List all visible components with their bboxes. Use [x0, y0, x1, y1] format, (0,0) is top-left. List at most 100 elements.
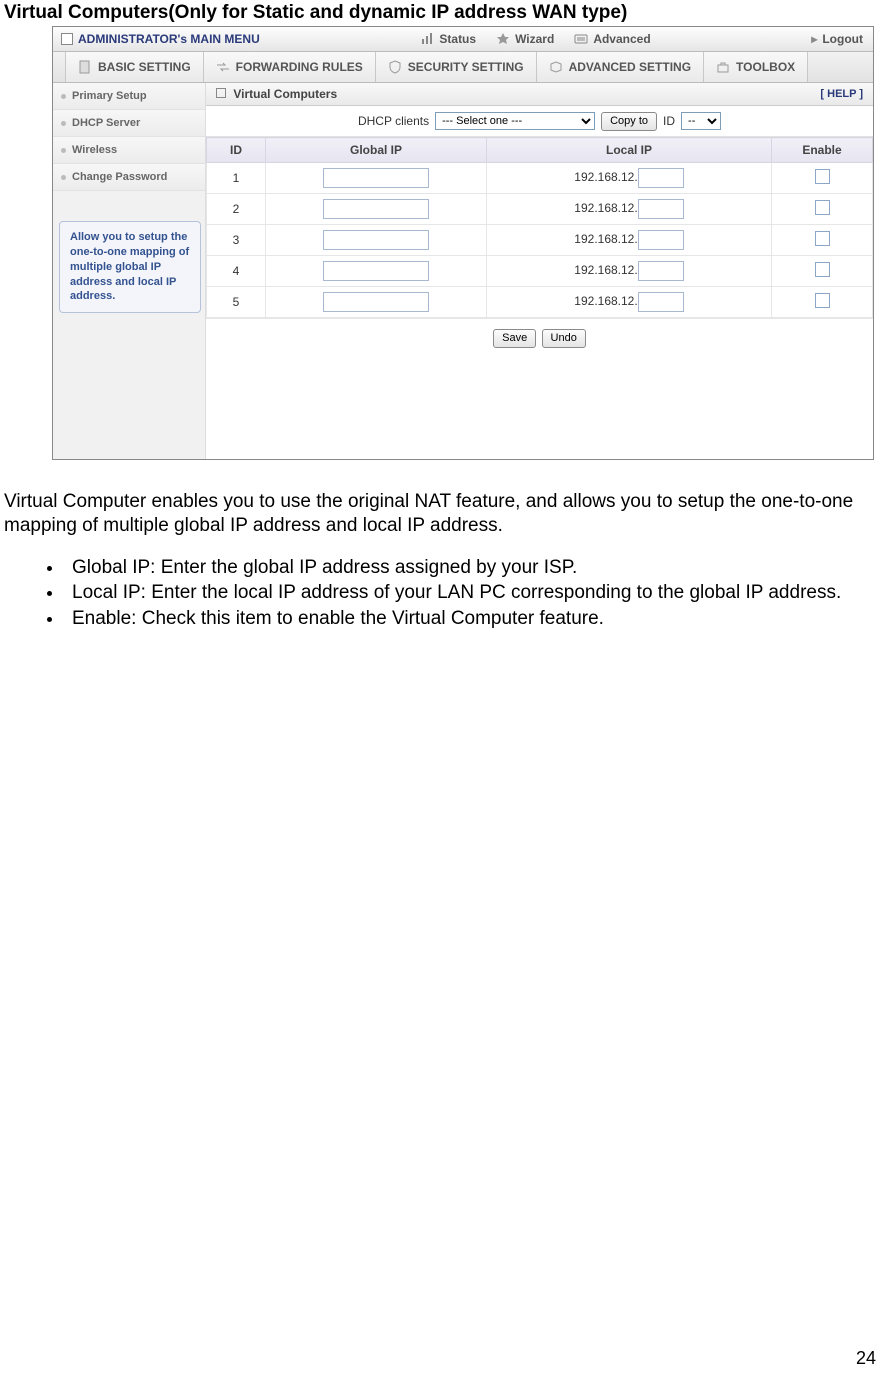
admin-menu-label: ADMINISTRATOR's MAIN MENU [78, 32, 260, 46]
cell-enable [772, 256, 873, 287]
dhcp-client-select[interactable]: --- Select one --- [435, 112, 595, 130]
sidebar-item-label: DHCP Server [72, 117, 140, 129]
cell-enable [772, 163, 873, 194]
local-ip-prefix: 192.168.12. [574, 232, 637, 246]
tab-label: TOOLBOX [736, 60, 795, 74]
toolbox-icon [716, 60, 730, 74]
enable-checkbox[interactable] [815, 262, 830, 277]
tab-security-setting[interactable]: SECURITY SETTING [376, 52, 537, 82]
cell-enable [772, 287, 873, 318]
table-row: 1 192.168.12. [207, 163, 873, 194]
tab-label: FORWARDING RULES [236, 60, 363, 74]
enable-checkbox[interactable] [815, 293, 830, 308]
document-icon [78, 60, 92, 74]
list-item: Global IP: Enter the global IP address a… [64, 556, 878, 580]
cell-enable [772, 194, 873, 225]
sidebar-item-wireless[interactable]: Wireless [53, 137, 205, 164]
bullet-list: Global IP: Enter the global IP address a… [38, 556, 878, 631]
router-screenshot: ADMINISTRATOR's MAIN MENU Status Wizard … [52, 26, 874, 460]
sidebar-item-dhcp-server[interactable]: DHCP Server [53, 110, 205, 137]
tab-toolbox[interactable]: TOOLBOX [704, 52, 808, 82]
enable-checkbox[interactable] [815, 231, 830, 246]
bullet-icon [61, 121, 66, 126]
box-icon [216, 88, 226, 98]
top-nav-label: Advanced [593, 32, 650, 46]
copy-to-button[interactable]: Copy to [601, 112, 657, 131]
top-nav-status[interactable]: Status [410, 27, 486, 51]
tab-advanced-setting[interactable]: ADVANCED SETTING [537, 52, 704, 82]
cell-global-ip [266, 256, 487, 287]
global-ip-input[interactable] [323, 199, 429, 219]
table-row: 2 192.168.12. [207, 194, 873, 225]
col-id: ID [207, 138, 266, 163]
save-button[interactable]: Save [493, 329, 536, 348]
cell-global-ip [266, 194, 487, 225]
list-item: Local IP: Enter the local IP address of … [64, 581, 878, 605]
top-nav-label: Wizard [515, 32, 554, 46]
sidebar-item-label: Primary Setup [72, 90, 147, 102]
table-row: 4192.168.12. [207, 256, 873, 287]
global-ip-input[interactable] [323, 168, 429, 188]
cell-local-ip: 192.168.12. [487, 194, 772, 225]
local-ip-input[interactable] [638, 261, 684, 281]
status-icon [420, 32, 434, 46]
top-nav-wizard[interactable]: Wizard [486, 27, 564, 51]
top-nav-advanced[interactable]: Advanced [564, 27, 660, 51]
global-ip-input[interactable] [323, 230, 429, 250]
page-number: 24 [856, 1348, 876, 1369]
page-title: Virtual Computers(Only for Static and dy… [0, 0, 888, 24]
sidebar: Primary Setup DHCP Server Wireless Chang… [53, 83, 206, 459]
virtual-computers-table: ID Global IP Local IP Enable 1192.168.12… [206, 137, 873, 318]
top-nav-logout[interactable]: ▸ Logout [801, 27, 873, 51]
cell-id: 1 [207, 163, 266, 194]
bullet-icon [61, 94, 66, 99]
id-select[interactable]: -- [681, 112, 721, 130]
enable-checkbox[interactable] [815, 169, 830, 184]
tab-label: ADVANCED SETTING [569, 60, 691, 74]
local-ip-input[interactable] [638, 168, 684, 188]
cell-local-ip: 192.168.12. [487, 225, 772, 256]
sidebar-item-change-password[interactable]: Change Password [53, 164, 205, 191]
arrows-icon [216, 60, 230, 74]
global-ip-input[interactable] [323, 261, 429, 281]
local-ip-prefix: 192.168.12. [574, 170, 637, 184]
box-icon [61, 33, 73, 45]
undo-button[interactable]: Undo [542, 329, 586, 348]
admin-menu-title: ADMINISTRATOR's MAIN MENU [53, 27, 270, 51]
sidebar-help-box: Allow you to setup the one-to-one mappin… [59, 221, 201, 313]
tab-basic-setting[interactable]: BASIC SETTING [65, 52, 204, 82]
cell-id: 2 [207, 194, 266, 225]
cell-local-ip: 192.168.12. [487, 163, 772, 194]
cell-global-ip [266, 287, 487, 318]
button-row: Save Undo [206, 318, 873, 354]
tab-label: BASIC SETTING [98, 60, 191, 74]
local-ip-input[interactable] [638, 230, 684, 250]
cube-icon [549, 60, 563, 74]
table-row: 5 192.168.12. [207, 287, 873, 318]
bullet-icon [61, 148, 66, 153]
panel-title-text: Virtual Computers [233, 87, 337, 101]
global-ip-input[interactable] [323, 292, 429, 312]
sidebar-item-label: Change Password [72, 171, 167, 183]
cell-global-ip [266, 225, 487, 256]
col-local-ip: Local IP [487, 138, 772, 163]
sidebar-item-label: Wireless [72, 144, 117, 156]
tab-forwarding-rules[interactable]: FORWARDING RULES [204, 52, 376, 82]
cell-enable [772, 225, 873, 256]
local-ip-input[interactable] [638, 199, 684, 219]
sidebar-item-primary-setup[interactable]: Primary Setup [53, 83, 205, 110]
tab-bar: BASIC SETTING FORWARDING RULES SECURITY … [53, 52, 873, 83]
wizard-icon [496, 32, 510, 46]
local-ip-prefix: 192.168.12. [574, 263, 637, 277]
cell-global-ip [266, 163, 487, 194]
cell-local-ip: 192.168.12. [487, 256, 772, 287]
local-ip-input[interactable] [638, 292, 684, 312]
local-ip-prefix: 192.168.12. [574, 294, 637, 308]
dhcp-label: DHCP clients [358, 114, 429, 128]
advanced-icon [574, 32, 588, 46]
arrow-right-icon: ▸ [811, 32, 817, 46]
help-link[interactable]: [ HELP ] [820, 88, 863, 100]
top-nav-label: Status [439, 32, 476, 46]
enable-checkbox[interactable] [815, 200, 830, 215]
cell-id: 5 [207, 287, 266, 318]
